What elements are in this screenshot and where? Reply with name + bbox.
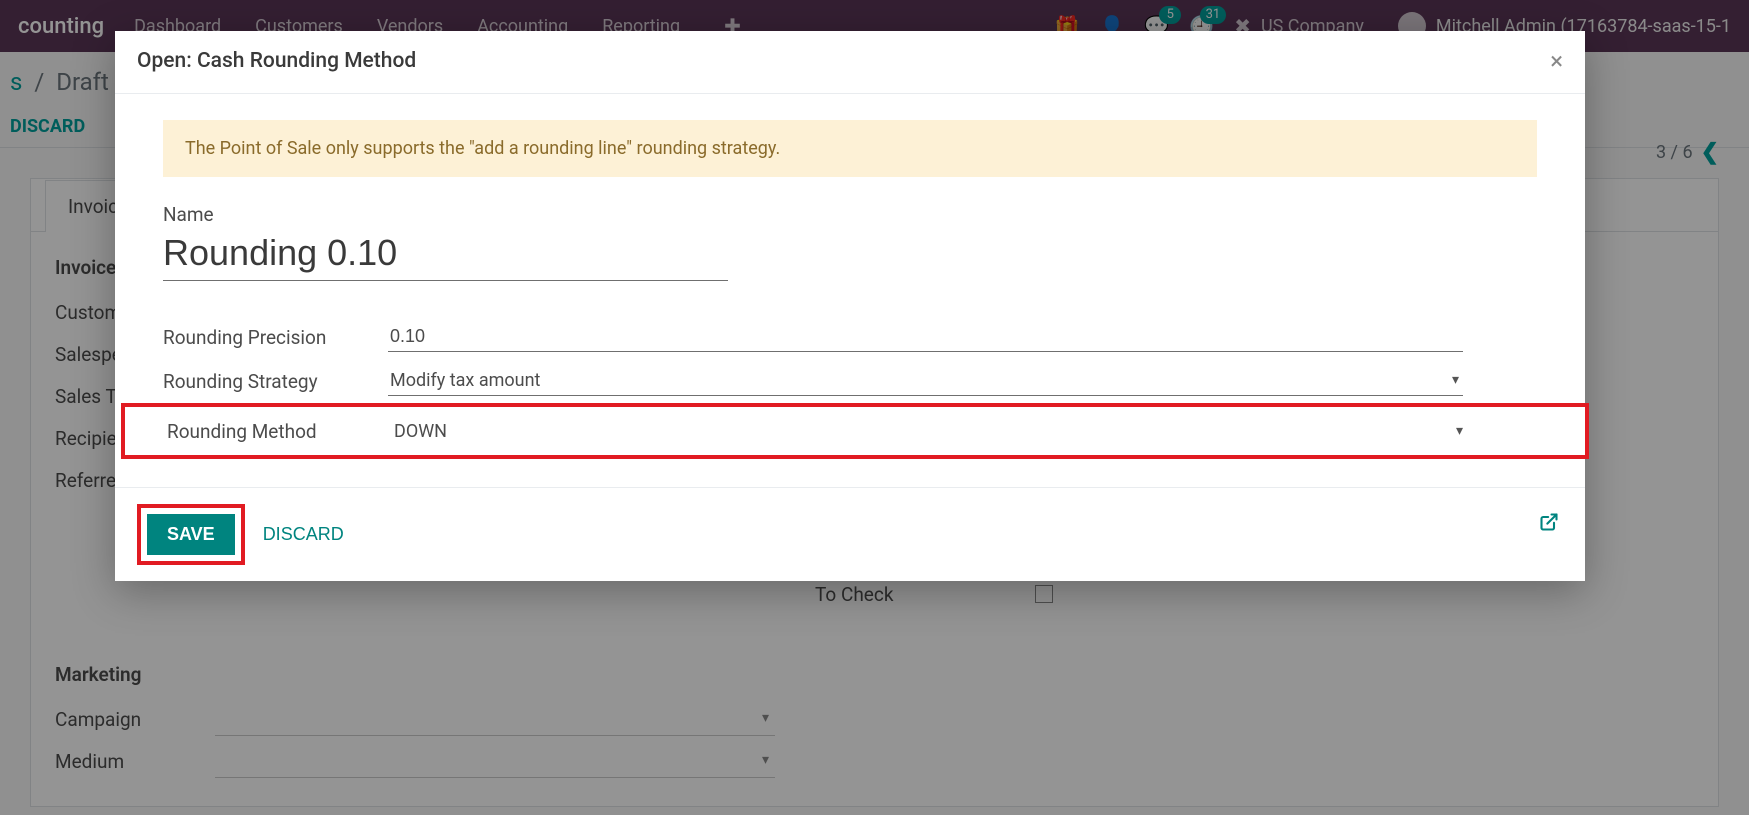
highlight-save: SAVE	[137, 504, 245, 565]
cash-rounding-modal: Open: Cash Rounding Method × The Point o…	[115, 31, 1585, 581]
save-button[interactable]: SAVE	[147, 514, 235, 555]
highlight-rounding-method: Rounding Method DOWN ▾	[121, 403, 1589, 459]
strategy-label: Rounding Strategy	[163, 370, 388, 393]
name-label: Name	[163, 203, 1537, 226]
precision-input[interactable]	[388, 322, 1463, 352]
method-value: DOWN	[394, 421, 447, 442]
precision-label: Rounding Precision	[163, 326, 388, 349]
name-input[interactable]	[163, 232, 728, 281]
external-link-icon[interactable]	[1539, 512, 1559, 538]
strategy-select[interactable]: Modify tax amount ▾	[388, 366, 1463, 396]
strategy-value: Modify tax amount	[390, 370, 540, 391]
modal-title: Open: Cash Rounding Method	[137, 49, 416, 73]
pos-warning-alert: The Point of Sale only supports the "add…	[163, 120, 1537, 177]
method-select[interactable]: DOWN ▾	[392, 417, 1467, 446]
caret-down-icon: ▾	[1456, 423, 1463, 439]
method-label: Rounding Method	[167, 420, 392, 443]
caret-down-icon: ▾	[1452, 372, 1459, 388]
discard-button[interactable]: DISCARD	[263, 524, 344, 545]
close-icon[interactable]: ×	[1550, 49, 1563, 73]
